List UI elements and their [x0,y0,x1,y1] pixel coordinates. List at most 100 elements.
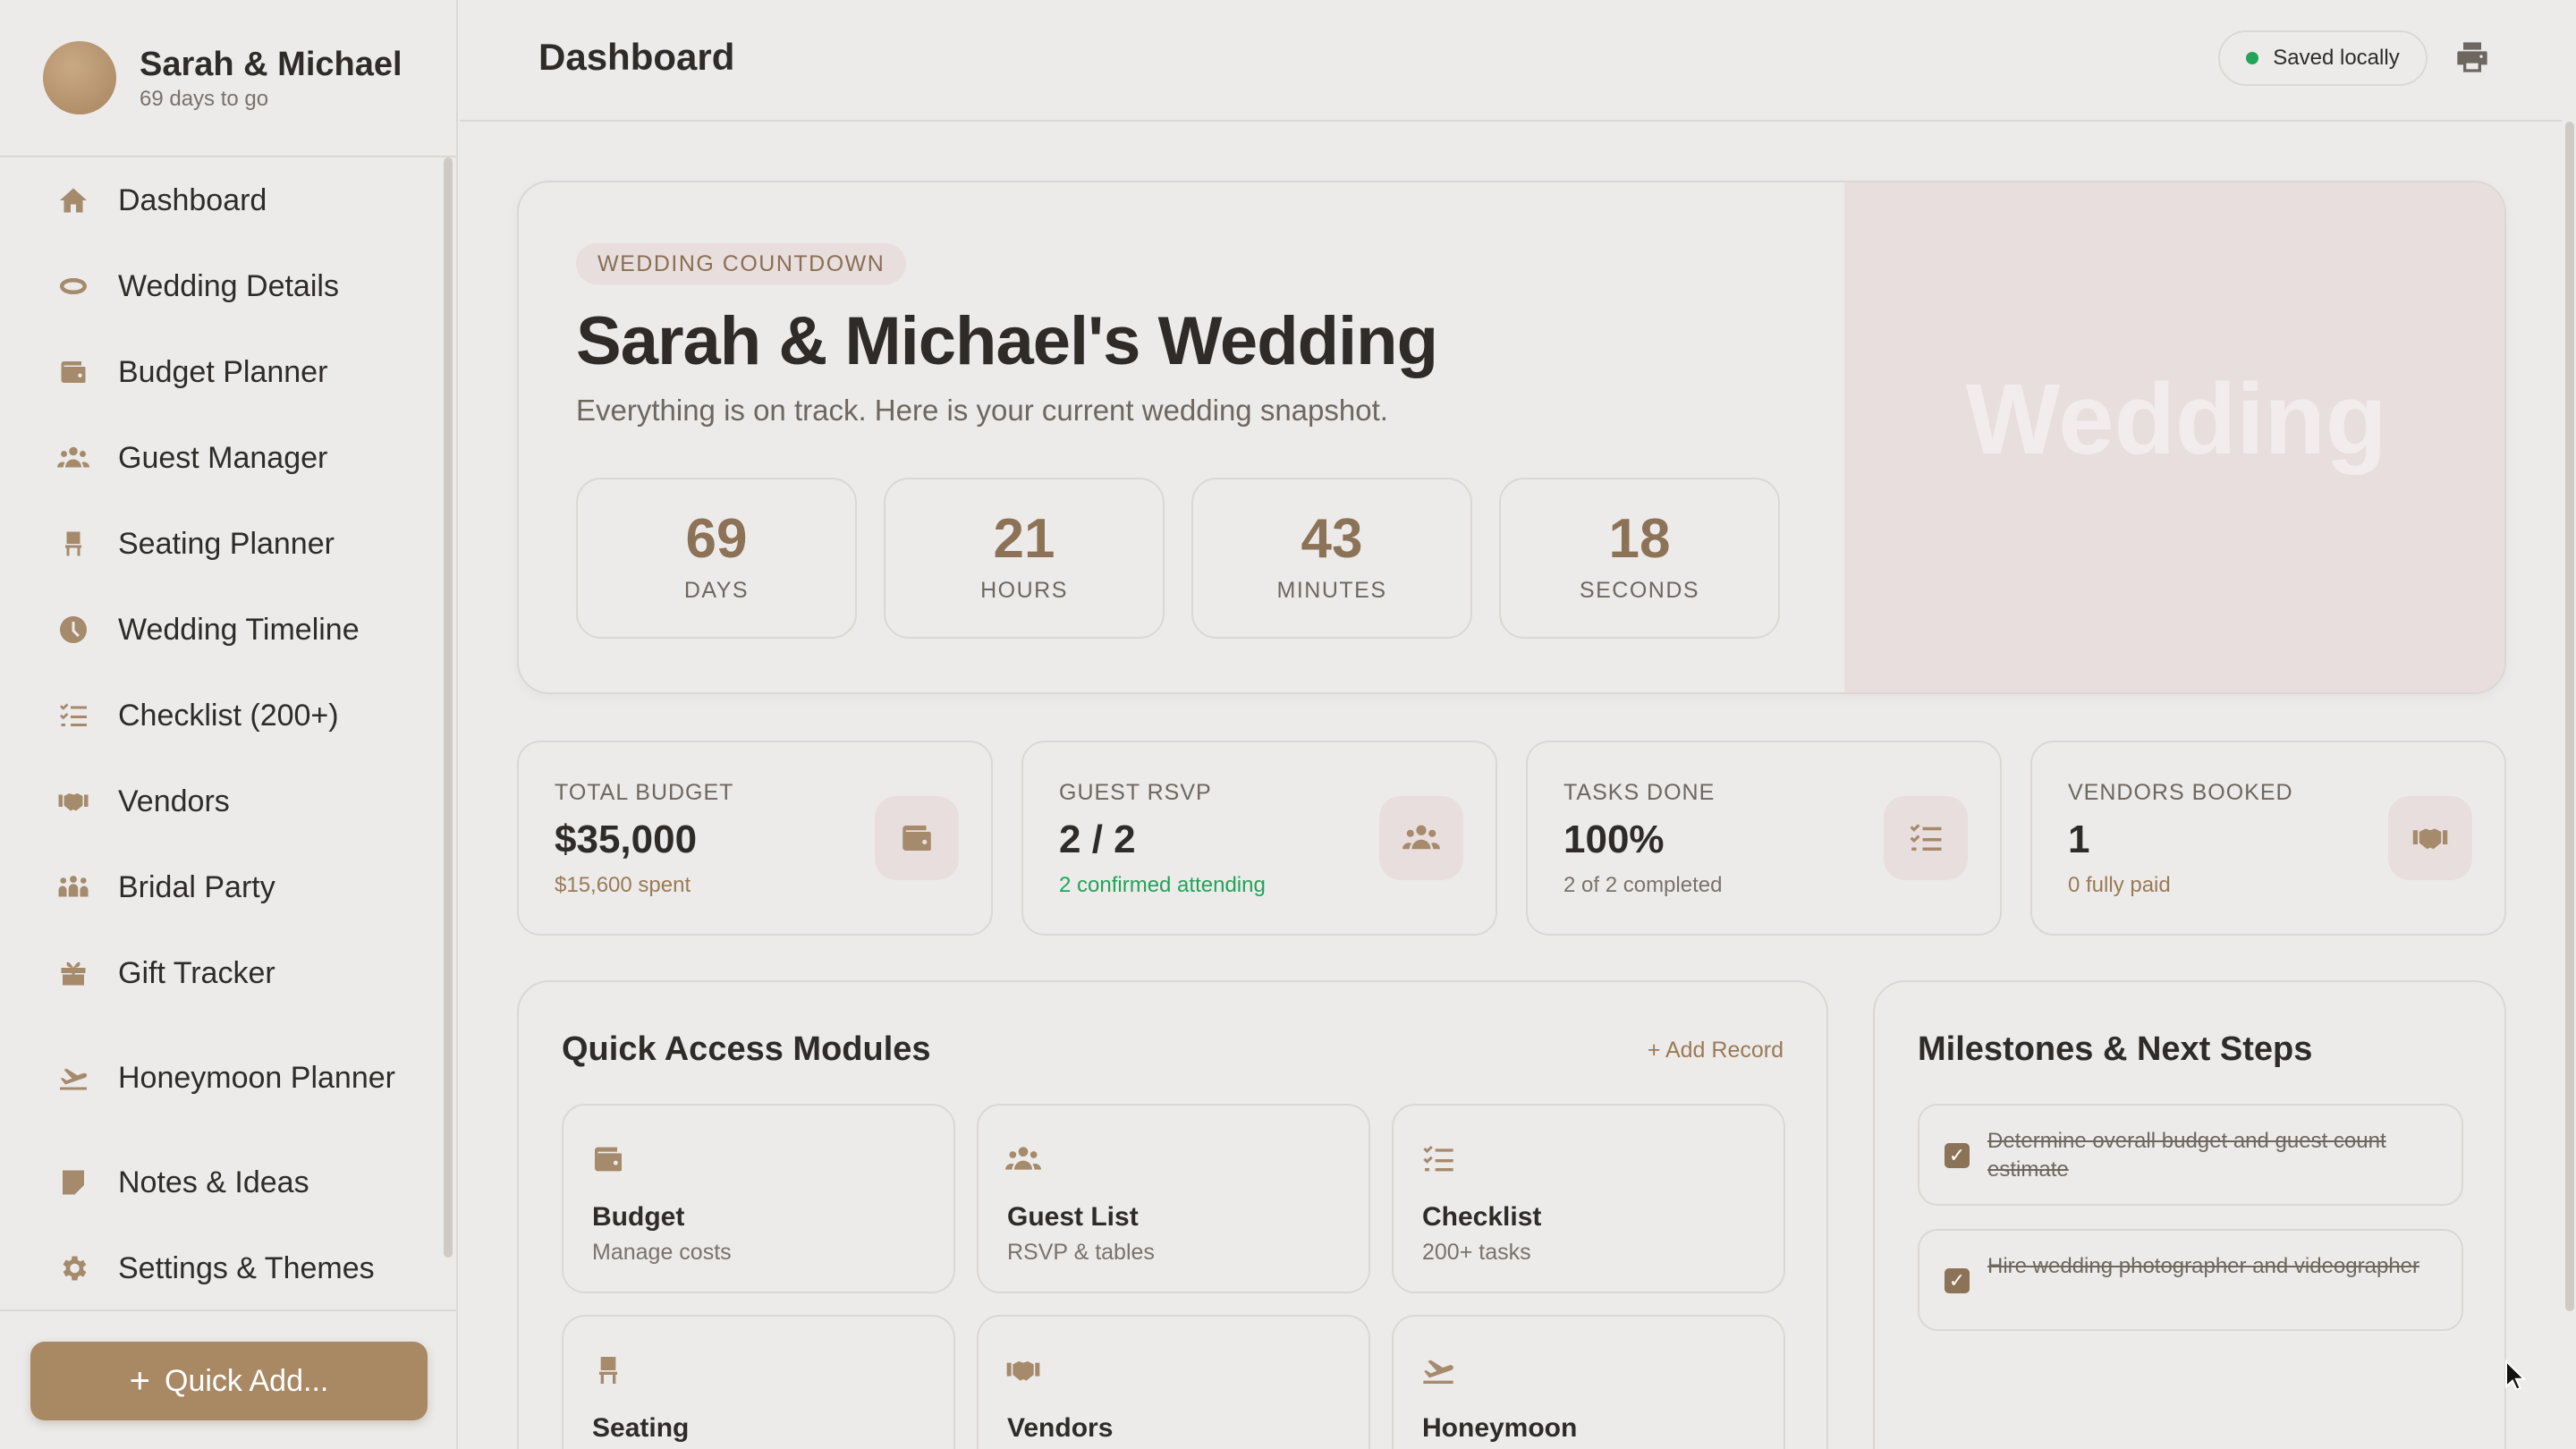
milestones-panel: Milestones & Next Steps ✓ Determine over… [1873,980,2506,1449]
module-honeymoon[interactable]: Honeymoon [1392,1315,1785,1449]
countdown-value: 18 [1608,508,1671,570]
module-title: Checklist [1422,1202,1542,1232]
stat-note: $15,600 spent [555,873,691,897]
sidebar-item-label: Settings & Themes [118,1251,375,1285]
stat-label: TOTAL BUDGET [555,780,734,805]
stat-card-guest-rsvp[interactable]: GUEST RSVP 2 / 2 2 confirmed attending [1021,741,1497,936]
wedding-countdown-card: Wedding WEDDING COUNTDOWN Sarah & Michae… [517,181,2506,694]
stat-value: 100% [1563,818,1665,861]
countdown-value: 21 [993,508,1055,570]
sidebar-item-label: Bridal Party [118,870,275,904]
sidebar-item-honeymoon-planner[interactable]: Honeymoon Planner [0,1016,444,1140]
save-status-badge: Saved locally [2218,30,2428,86]
sidebar-item-label: Dashboard [118,183,267,217]
profile-header: Sarah & Michael 69 days to go [0,0,456,157]
stat-label: VENDORS BOOKED [2068,780,2293,805]
countdown-unit: HOURS [980,578,1068,603]
save-status-label: Saved locally [2273,46,2400,70]
top-bar: Dashboard Saved locally [460,0,2562,122]
add-record-link[interactable]: + Add Record [1648,1038,1784,1063]
chair-icon [55,526,91,562]
clock-icon [55,612,91,648]
milestones-title: Milestones & Next Steps [1918,1030,2313,1068]
sidebar-item-bridal-party[interactable]: Bridal Party [0,844,444,930]
checklist-icon [1420,1141,1460,1181]
sidebar-item-notes-ideas[interactable]: Notes & Ideas [0,1140,444,1225]
stat-card-total-budget[interactable]: TOTAL BUDGET $35,000 $15,600 spent [517,741,993,936]
home-icon [55,182,91,218]
sidebar-item-dashboard[interactable]: Dashboard [0,157,444,243]
sidebar-item-settings-themes[interactable]: Settings & Themes [0,1225,444,1311]
sidebar-item-label: Seating Planner [118,527,335,561]
module-seating[interactable]: Seating [562,1315,955,1449]
sidebar-item-label: Checklist (200+) [118,699,339,733]
checklist-icon [55,698,91,733]
stat-note: 0 fully paid [2068,873,2171,897]
avatar[interactable] [43,41,116,114]
page-title: Dashboard [538,36,735,78]
module-subtitle: 200+ tasks [1422,1240,1531,1265]
sidebar-item-budget-planner[interactable]: Budget Planner [0,329,444,415]
hero-image-panel: Wedding [1844,182,2504,692]
sidebar-item-checklist[interactable]: Checklist (200+) [0,673,444,758]
stat-value: 2 / 2 [1059,818,1136,861]
module-checklist[interactable]: Checklist 200+ tasks [1392,1104,1785,1293]
profile-countdown: 69 days to go [140,87,269,111]
countdown-value: 43 [1301,508,1363,570]
users-icon [1005,1141,1045,1181]
print-button[interactable] [2454,39,2494,79]
wedding-title: Sarah & Michael's Wedding [576,303,1438,379]
sidebar-scrollbar[interactable] [444,157,453,1258]
status-dot-icon [2246,52,2259,64]
sidebar-item-seating-planner[interactable]: Seating Planner [0,501,444,587]
users-icon [1379,796,1463,880]
quick-add-button[interactable]: + Quick Add... [30,1342,428,1420]
mouse-cursor-icon [2505,1360,2526,1391]
handshake-icon [55,784,91,819]
sidebar-item-guest-manager[interactable]: Guest Manager [0,415,444,501]
wedding-subtitle: Everything is on track. Here is your cur… [576,394,1388,427]
sidebar-item-vendors[interactable]: Vendors [0,758,444,844]
module-guest-list[interactable]: Guest List RSVP & tables [977,1104,1370,1293]
module-title: Honeymoon [1422,1413,1578,1443]
group-icon [55,869,91,905]
module-budget[interactable]: Budget Manage costs [562,1104,955,1293]
checklist-icon [1884,796,1968,880]
handshake-icon [2388,796,2472,880]
sidebar-item-wedding-timeline[interactable]: Wedding Timeline [0,587,444,673]
stat-card-vendors-booked[interactable]: VENDORS BOOKED 1 0 fully paid [2030,741,2506,936]
module-subtitle: RSVP & tables [1007,1240,1155,1265]
quick-add-label: Quick Add... [165,1363,329,1398]
countdown-unit: DAYS [683,578,750,603]
gift-icon [55,955,91,991]
module-title: Budget [592,1202,685,1232]
stat-note: 2 confirmed attending [1059,873,1266,897]
plane-icon [1420,1352,1460,1392]
sidebar-item-label: Notes & Ideas [118,1165,309,1199]
quick-add-footer: + Quick Add... [0,1309,456,1449]
handshake-icon [1005,1352,1045,1392]
plane-icon [55,1060,91,1096]
stat-note: 2 of 2 completed [1563,873,1723,897]
sidebar: Sarah & Michael 69 days to go Dashboard … [0,0,458,1449]
stat-card-tasks-done[interactable]: TASKS DONE 100% 2 of 2 completed [1526,741,2002,936]
stat-value: $35,000 [555,818,698,861]
module-title: Seating [592,1413,690,1443]
milestone-checkbox[interactable]: ✓ [1945,1143,1970,1168]
sidebar-item-gift-tracker[interactable]: Gift Tracker [0,930,444,1016]
sidebar-item-label: Budget Planner [118,355,328,389]
sidebar-nav: Dashboard Wedding Details Budget Planner… [0,157,444,1311]
countdown-tag: WEDDING COUNTDOWN [576,243,907,284]
main-scrollbar[interactable] [2565,122,2574,1311]
milestone-text: Determine overall budget and guest count… [1987,1129,2386,1182]
wallet-icon [590,1141,630,1181]
sidebar-item-wedding-details[interactable]: Wedding Details [0,243,444,329]
ring-icon [55,268,91,304]
profile-name: Sarah & Michael [140,46,402,83]
milestone-item: ✓ Determine overall budget and guest cou… [1918,1104,2463,1206]
module-vendors[interactable]: Vendors [977,1315,1370,1449]
countdown-unit: MINUTES [1276,578,1387,603]
milestone-checkbox[interactable]: ✓ [1945,1268,1970,1293]
quick-access-title: Quick Access Modules [562,1030,931,1068]
stat-label: TASKS DONE [1563,780,1716,805]
